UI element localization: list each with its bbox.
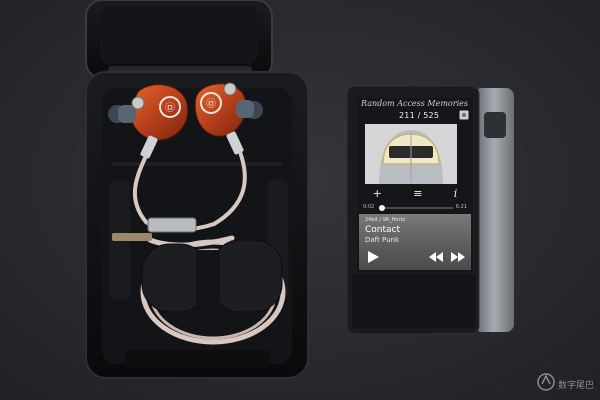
dap-screen[interactable]: Random Access Memories 211 / 525 + ≡ i 0… (357, 98, 473, 272)
album-art (365, 124, 457, 184)
track-counter: 211 / 525 (399, 111, 440, 120)
menu-icon[interactable]: ≡ (413, 187, 422, 200)
cable-splitter (147, 217, 197, 233)
progress-track[interactable] (379, 205, 453, 211)
now-playing-panel: 24bit / 96_Hertz Contact Daft Punk (359, 214, 471, 270)
album-logo-script: Random Access Memories (361, 99, 468, 108)
right-brand-logo: ㉤ (206, 98, 216, 110)
add-icon[interactable]: + (373, 187, 382, 200)
left-brand-logo: ㉤ (165, 102, 175, 114)
info-icon[interactable]: i (454, 187, 458, 200)
cable-jack (112, 233, 152, 241)
playback-progress[interactable]: 0:02 6:21 (359, 202, 471, 212)
cable-winder (141, 239, 283, 313)
audio-format: 24bit / 96_Hertz (365, 217, 406, 223)
total-time: 6:21 (455, 204, 467, 210)
cover-thumbnail-icon[interactable] (459, 110, 469, 120)
elapsed-time: 0:02 (363, 204, 375, 210)
dap-header: Random Access Memories 211 / 525 (357, 98, 473, 122)
dap-toolbar: + ≡ i (357, 186, 473, 200)
watermark-text: 数字尾巴 (558, 381, 595, 391)
previous-icon[interactable] (427, 249, 445, 265)
track-artist: Daft Punk (365, 236, 400, 244)
progress-handle[interactable] (379, 205, 386, 211)
play-icon[interactable] (365, 249, 381, 265)
next-icon[interactable] (449, 249, 467, 265)
track-title: Contact (365, 225, 401, 235)
photo-scene: ㉤ ㉤ (0, 0, 600, 400)
playback-controls (363, 249, 467, 265)
